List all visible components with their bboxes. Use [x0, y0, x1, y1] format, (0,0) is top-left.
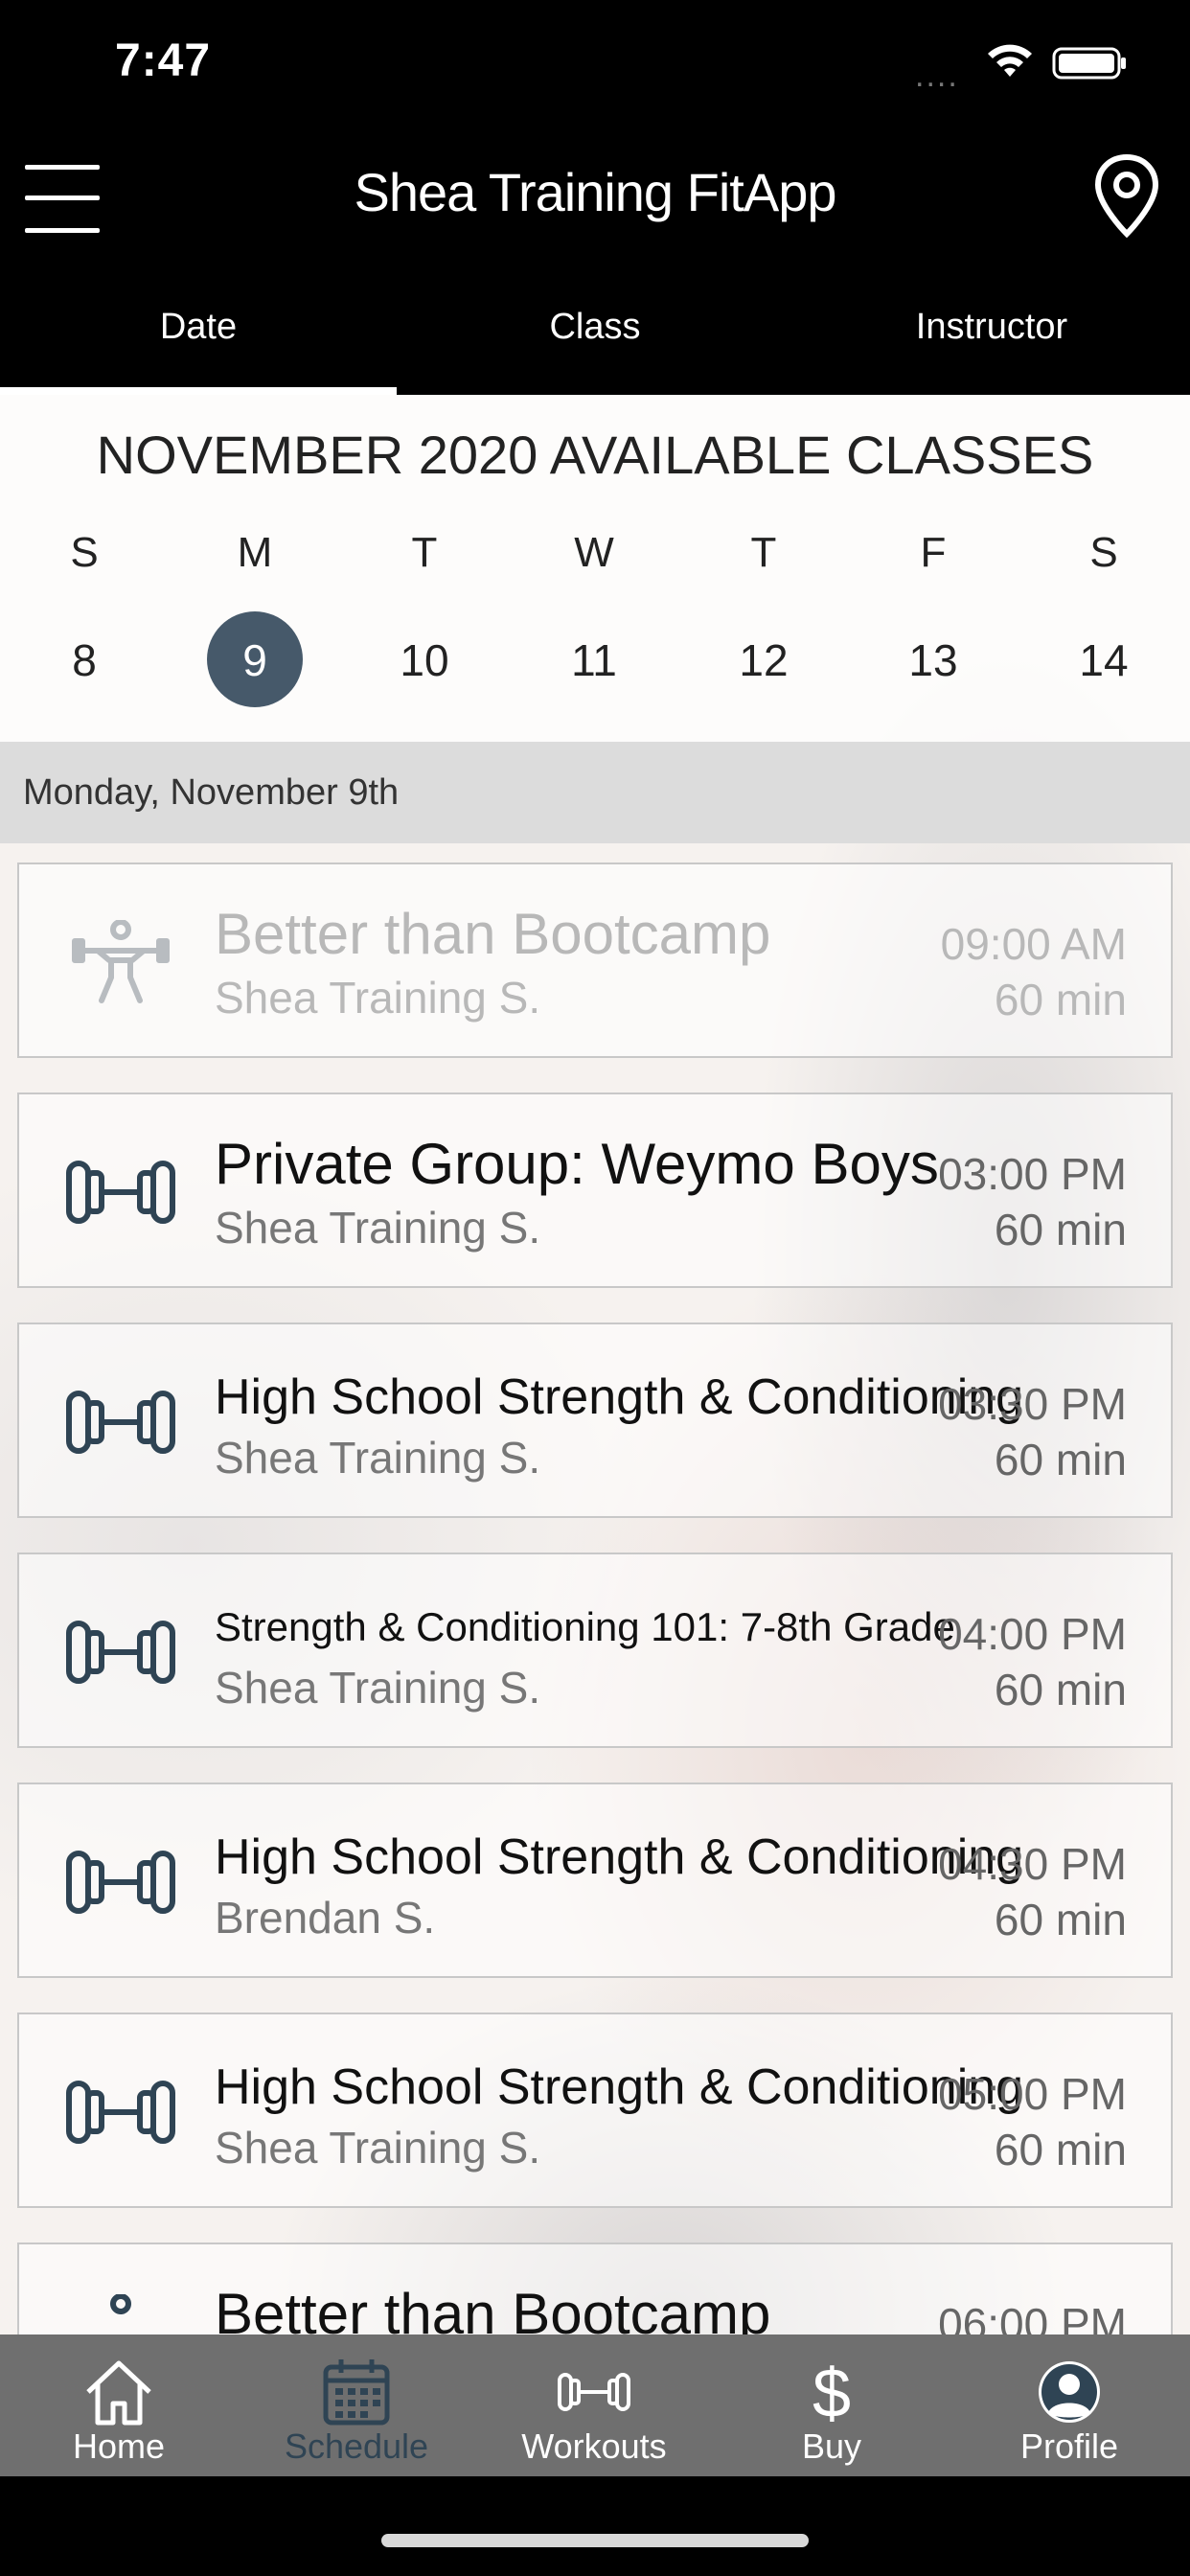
class-time: 03:30 PM: [938, 1379, 1127, 1429]
dumbbell-icon: [66, 2081, 175, 2144]
nav-buy-label: Buy: [801, 2426, 862, 2466]
calendar-title: NOVEMBER 2020 AVAILABLE CLASSES: [96, 425, 1094, 485]
class-time: 03:00 PM: [938, 1149, 1127, 1199]
dumbbell-icon: [66, 1621, 175, 1684]
class-card[interactable]: Better than Bootcamp Shea Training S. 09…: [17, 862, 1173, 1058]
home-icon: [86, 2360, 151, 2426]
tab-class-label: Class: [549, 307, 641, 347]
calendar-date[interactable]: 12: [716, 634, 812, 686]
class-duration: 60 min: [994, 1435, 1127, 1484]
day-of-week: T: [411, 529, 438, 576]
class-title: Better than Bootcamp: [215, 2282, 771, 2334]
svg-text:$: $: [812, 2356, 851, 2430]
home-indicator-area: [0, 2476, 1190, 2576]
wifi-icon: [988, 44, 1032, 77]
class-instructor: Shea Training S.: [215, 2123, 541, 2173]
day-of-week: F: [920, 529, 947, 576]
battery-icon: [1052, 47, 1126, 80]
calendar-date[interactable]: 10: [377, 634, 472, 686]
class-title: High School Strength & Conditioning: [215, 1369, 1024, 1425]
weightlifter-icon: [72, 920, 170, 1003]
nav-profile-label: Profile: [1019, 2426, 1119, 2466]
class-time: 09:00 AM: [940, 919, 1127, 969]
class-duration: 60 min: [994, 2125, 1127, 2174]
calendar-date[interactable]: 8: [36, 634, 132, 686]
app-title: Shea Training FitApp: [354, 162, 837, 222]
nav-buy[interactable]: $ Buy: [713, 2334, 950, 2476]
dumbbell-icon: [66, 1391, 175, 1454]
class-instructor: Shea Training S.: [215, 973, 541, 1023]
class-time: 05:00 PM: [938, 2069, 1127, 2119]
class-instructor: Shea Training S.: [215, 1203, 541, 1253]
tab-class[interactable]: Class: [397, 288, 793, 395]
class-title: Better than Bootcamp: [215, 902, 771, 966]
nav-schedule-label: Schedule: [284, 2426, 429, 2466]
tab-date-label: Date: [159, 307, 238, 347]
status-time: 7:47: [115, 35, 212, 86]
class-title: Private Group: Weymo Boys: [215, 1132, 939, 1196]
class-card[interactable]: High School Strength & Conditioning Shea…: [17, 2012, 1173, 2208]
tab-active-indicator: [0, 387, 397, 395]
class-title: Strength & Conditioning 101: 7-8th Grade: [215, 1604, 955, 1649]
class-instructor: Shea Training S.: [215, 1663, 541, 1713]
nav-schedule[interactable]: Schedule: [238, 2334, 475, 2476]
dollar-icon: $: [812, 2356, 851, 2430]
tab-date[interactable]: Date: [0, 288, 397, 395]
location-pin-icon[interactable]: [1092, 151, 1161, 240]
nav-home[interactable]: Home: [0, 2334, 238, 2476]
class-instructor: Shea Training S.: [215, 1433, 541, 1483]
class-card[interactable]: Private Group: Weymo Boys Shea Training …: [17, 1092, 1173, 1288]
date-section-label: Monday, November 9th: [23, 772, 400, 813]
profile-icon: [1039, 2361, 1100, 2423]
tab-instructor-label: Instructor: [915, 307, 1068, 347]
class-title: High School Strength & Conditioning: [215, 2059, 1024, 2115]
class-time: 04:00 PM: [938, 1609, 1127, 1659]
tab-bar: Date Class Instructor: [0, 288, 1190, 395]
class-card[interactable]: Strength & Conditioning 101: 7-8th Grade…: [17, 1552, 1173, 1748]
calendar-date[interactable]: 13: [885, 634, 981, 686]
nav-workouts-label: Workouts: [521, 2426, 667, 2466]
class-duration: 60 min: [994, 1205, 1127, 1254]
class-title: High School Strength & Conditioning: [215, 1829, 1024, 1885]
calendar-date[interactable]: 14: [1056, 634, 1152, 686]
dumbbell-icon: [66, 1851, 175, 1914]
class-card[interactable]: High School Strength & Conditioning Shea…: [17, 1322, 1173, 1518]
class-time: 06:00 PM: [938, 2299, 1127, 2334]
class-card[interactable]: High School Strength & Conditioning Bren…: [17, 1782, 1173, 1978]
calendar-icon: [323, 2359, 390, 2426]
day-of-week: M: [237, 529, 273, 576]
home-indicator[interactable]: [381, 2534, 809, 2547]
day-of-week: W: [574, 529, 614, 576]
weightlifter-icon: [110, 2294, 131, 2314]
nav-workouts[interactable]: Workouts: [475, 2334, 713, 2476]
tab-instructor[interactable]: Instructor: [793, 288, 1190, 395]
nav-profile[interactable]: Profile: [950, 2334, 1188, 2476]
class-duration: 60 min: [994, 1665, 1127, 1714]
class-card[interactable]: Better than Bootcamp 06:00 PM: [17, 2242, 1173, 2334]
nav-home-label: Home: [72, 2426, 166, 2466]
class-time: 04:30 PM: [938, 1839, 1127, 1889]
class-duration: 60 min: [994, 975, 1127, 1024]
dumbbell-icon: [66, 1161, 175, 1224]
day-of-week: S: [70, 529, 99, 576]
signal-indicator: ....: [915, 58, 959, 94]
day-of-week: S: [1089, 529, 1118, 576]
class-duration: 60 min: [994, 1895, 1127, 1944]
calendar-date-selected[interactable]: 9: [207, 634, 303, 686]
day-of-week: T: [750, 529, 777, 576]
calendar-date[interactable]: 11: [546, 634, 642, 686]
class-instructor: Brendan S.: [215, 1893, 436, 1943]
dumbbell-icon: [558, 2373, 630, 2411]
